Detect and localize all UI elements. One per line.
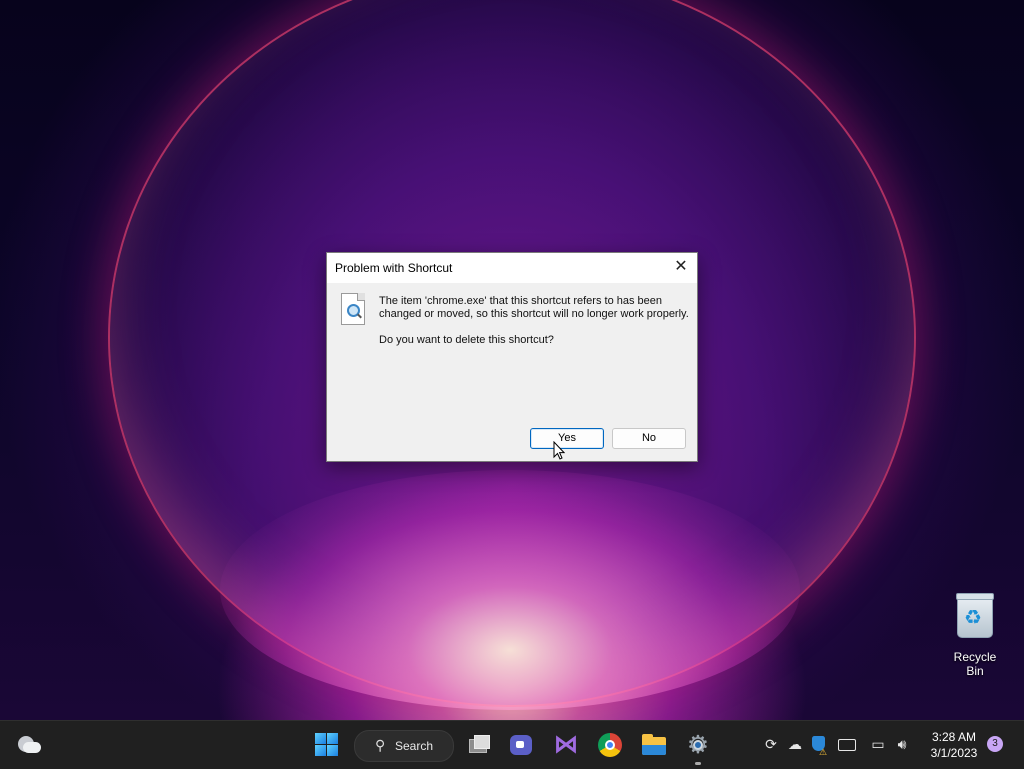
desktop-icon-recycle-bin[interactable]: ♻ Recycle Bin (944, 593, 1006, 678)
dialog-titlebar[interactable]: Problem with Shortcut ✕ (327, 253, 697, 283)
search-icon: ⚲ (375, 737, 386, 753)
clock-time: 3:28 AM (931, 730, 977, 744)
visual-studio-icon[interactable]: ⋈ (552, 731, 580, 759)
desktop-icon-label: Recycle Bin (953, 650, 997, 678)
cloud-off-icon[interactable]: ☁ (786, 735, 804, 753)
notification-badge[interactable]: 3 (987, 736, 1003, 752)
sync-icon[interactable]: ⟳ (762, 735, 780, 753)
file-search-icon (341, 293, 365, 325)
task-view-icon[interactable] (465, 731, 493, 759)
taskbar-clock[interactable]: 3:28 AM 3/1/2023 (924, 729, 984, 761)
recycle-bin-icon: ♻ (956, 593, 994, 638)
windows-start-icon[interactable] (313, 731, 341, 759)
partly-cloudy-icon[interactable] (14, 731, 42, 759)
search-label: Search (395, 739, 434, 753)
keyboard-icon[interactable] (837, 735, 856, 753)
defender-warning-icon[interactable]: ⚠ (810, 735, 828, 757)
gear-icon[interactable]: ⚙ (684, 731, 712, 765)
no-button[interactable]: No (612, 428, 686, 449)
chrome-icon[interactable] (596, 731, 624, 759)
dialog-question: Do you want to delete this shortcut? (379, 334, 554, 346)
folder-icon[interactable] (640, 731, 668, 759)
taskbar: ⚲ Search ⋈ ⚙ ⟳ ☁ ⚠ ▭ 🔊︎ 3:28 AM 3/1/2023… (0, 720, 1024, 769)
network-icon[interactable]: ▭ (869, 735, 887, 753)
wallpaper-glow (220, 470, 800, 710)
clock-date: 3/1/2023 (930, 746, 978, 760)
dialog-title: Problem with Shortcut (335, 261, 453, 275)
volume-icon[interactable]: 🔊︎ (893, 735, 911, 753)
mouse-cursor-icon (553, 441, 565, 460)
teams-chat-icon[interactable] (508, 731, 536, 759)
dialog-message: The item 'chrome.exe' that this shortcut… (379, 295, 689, 320)
taskbar-search-button[interactable]: ⚲ Search (354, 730, 454, 762)
yes-button[interactable]: Yes (530, 428, 604, 449)
close-icon[interactable]: ✕ (665, 253, 697, 281)
problem-with-shortcut-dialog: Problem with Shortcut ✕ The item 'chrome… (326, 252, 698, 462)
